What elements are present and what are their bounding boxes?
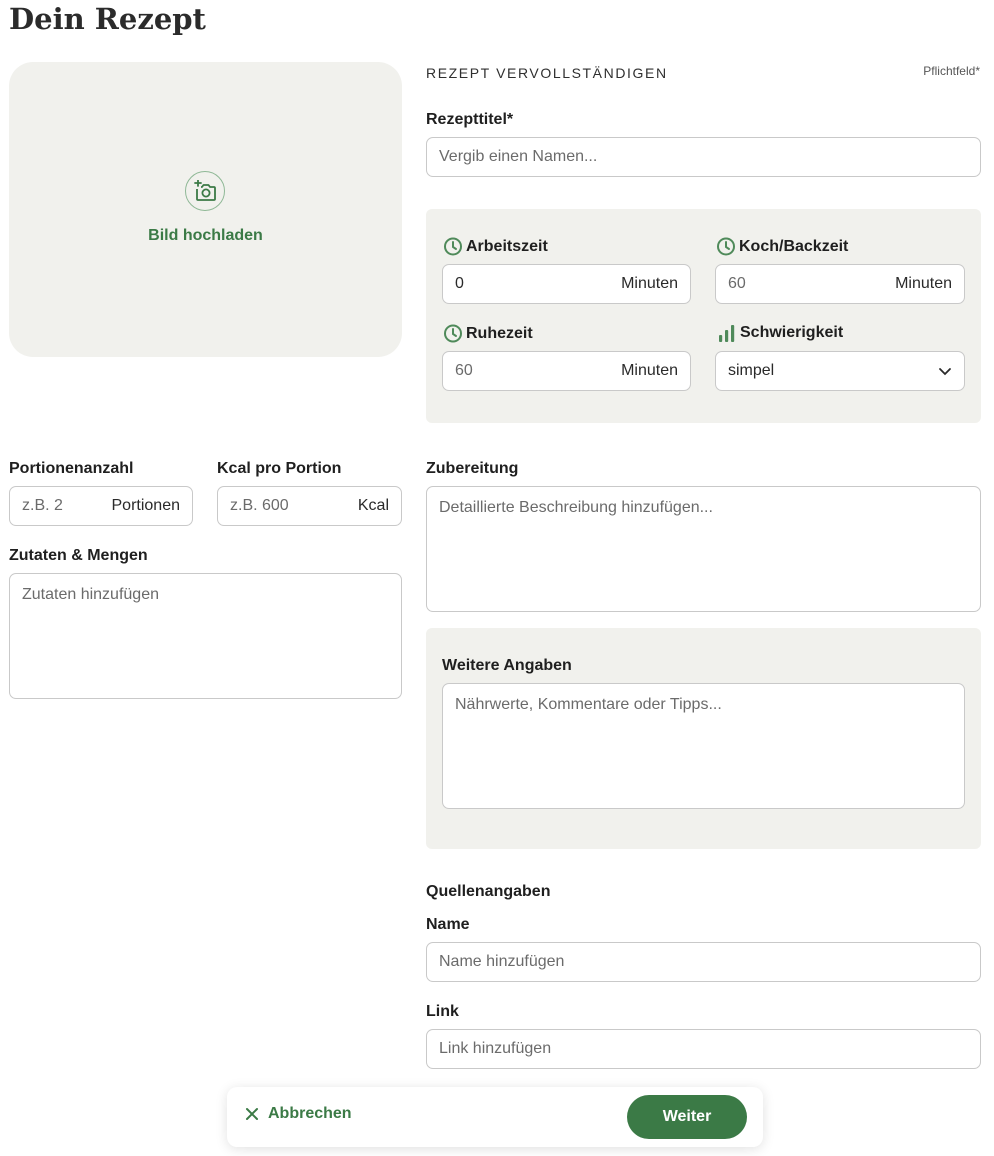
kcal-label: Kcal pro Portion — [217, 460, 342, 477]
difficulty-bars-icon — [719, 325, 735, 342]
cook-time-text: Koch/Backzeit — [739, 237, 849, 255]
extra-label: Weitere Angaben — [442, 657, 572, 674]
upload-label: Bild hochladen — [148, 227, 263, 244]
portions-input[interactable]: z.B. 2 Portionen — [9, 486, 193, 526]
clock-icon — [444, 237, 462, 256]
clock-icon — [444, 324, 462, 343]
sources-heading: Quellenangaben — [426, 883, 551, 900]
kcal-input[interactable]: z.B. 600 Kcal — [217, 486, 402, 526]
source-link-label: Link — [426, 1003, 459, 1020]
source-name-placeholder: Name hinzufügen — [439, 953, 565, 970]
required-note: Pflichtfeld* — [923, 64, 980, 78]
portions-unit: Portionen — [111, 497, 181, 514]
portions-placeholder: z.B. 2 — [22, 497, 63, 514]
difficulty-select[interactable]: simpel — [715, 351, 965, 391]
title-input[interactable]: Vergib einen Namen... — [426, 137, 981, 177]
kcal-unit: Kcal — [357, 497, 389, 514]
source-name-input[interactable]: Name hinzufügen — [426, 942, 981, 982]
clock-icon — [717, 237, 735, 256]
difficulty-value: simpel — [728, 362, 775, 379]
cook-time-unit: Minuten — [895, 275, 952, 292]
chevron-down-icon — [939, 367, 951, 375]
rest-time-input[interactable]: 60 Minuten — [442, 351, 691, 391]
cook-time-value: 60 — [728, 275, 746, 292]
title-label: Rezepttitel* — [426, 111, 514, 128]
rest-time-text: Ruhezeit — [466, 324, 533, 342]
cook-time-label: Koch/Backzeit — [716, 236, 848, 257]
rest-time-label: Ruhezeit — [443, 323, 533, 344]
cancel-label: Abbrechen — [268, 1105, 352, 1122]
ingredients-textarea[interactable]: Zutaten hinzufügen — [9, 573, 402, 699]
rest-time-unit: Minuten — [621, 362, 678, 379]
extra-placeholder: Nährwerte, Kommentare oder Tipps... — [455, 696, 722, 713]
ingredients-label: Zutaten & Mengen — [9, 547, 148, 564]
page-title: Dein Rezept — [9, 2, 206, 36]
image-upload-area[interactable]: Bild hochladen — [9, 62, 402, 357]
source-name-label: Name — [426, 916, 470, 933]
preparation-textarea[interactable]: Detaillierte Beschreibung hinzufügen... — [426, 486, 981, 612]
work-time-value: 0 — [455, 275, 464, 292]
cancel-button[interactable]: Abbrechen — [245, 1105, 352, 1123]
work-time-text: Arbeitszeit — [466, 237, 548, 255]
section-heading: REZEPT VERVOLLSTÄNDIGEN — [426, 65, 668, 81]
difficulty-text: Schwierigkeit — [740, 324, 844, 341]
source-link-placeholder: Link hinzufügen — [439, 1040, 552, 1057]
preparation-label: Zubereitung — [426, 460, 519, 477]
work-time-label: Arbeitszeit — [443, 236, 548, 257]
extra-textarea[interactable]: Nährwerte, Kommentare oder Tipps... — [442, 683, 965, 809]
work-time-unit: Minuten — [621, 275, 678, 292]
close-icon — [246, 1108, 258, 1120]
work-time-input[interactable]: 0 Minuten — [442, 264, 691, 304]
action-bar: Abbrechen Weiter — [227, 1087, 763, 1147]
cook-time-input[interactable]: 60 Minuten — [715, 264, 965, 304]
portions-label: Portionenanzahl — [9, 460, 134, 477]
title-placeholder: Vergib einen Namen... — [439, 148, 598, 165]
rest-time-value: 60 — [455, 362, 473, 379]
kcal-placeholder: z.B. 600 — [230, 497, 289, 514]
difficulty-label: Schwierigkeit — [718, 323, 843, 343]
source-link-input[interactable]: Link hinzufügen — [426, 1029, 981, 1069]
ingredients-placeholder: Zutaten hinzufügen — [22, 586, 159, 603]
next-button[interactable]: Weiter — [627, 1095, 747, 1139]
preparation-placeholder: Detaillierte Beschreibung hinzufügen... — [439, 499, 713, 516]
camera-add-icon — [185, 171, 225, 211]
